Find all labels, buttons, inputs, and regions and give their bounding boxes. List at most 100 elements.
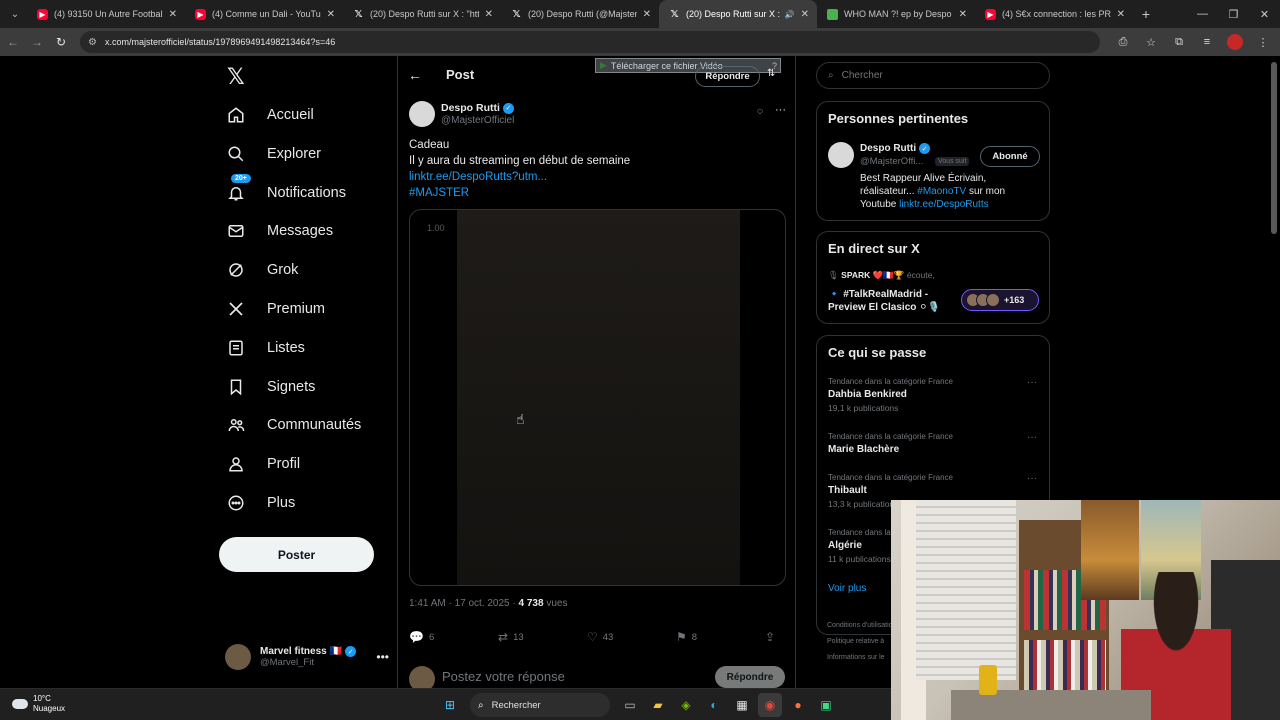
file-explorer-icon[interactable]: ▰ xyxy=(646,693,670,717)
trend-name: Thibault xyxy=(828,485,867,496)
maximize-button[interactable]: ❐ xyxy=(1218,8,1249,21)
browser-tab-strip: ⌄ ▶ (4) 93150 Un Autre Football Ep ✕ ▶ (4) C… xyxy=(0,0,1280,28)
grok-explain-icon[interactable]: ◌ xyxy=(757,106,763,117)
footer-link[interactable]: Conditions d'utilisation xyxy=(827,622,896,629)
reload-icon[interactable]: ↻ xyxy=(50,31,72,53)
bio-hashtag[interactable]: #MaonoTV xyxy=(917,186,966,197)
nav-item-explorer[interactable]: Explorer xyxy=(219,135,389,173)
browser-tab[interactable]: 𝕏 (20) Despo Rutti (@MajsterOffi ✕ xyxy=(501,0,659,28)
task-view-icon[interactable]: ▭ xyxy=(618,693,642,717)
avatar[interactable] xyxy=(828,142,854,168)
forward-nav-icon[interactable]: → xyxy=(26,31,48,53)
more-icon[interactable]: ··· xyxy=(1027,473,1037,484)
reply-submit-button[interactable]: Répondre xyxy=(715,666,785,688)
browser-menu-icon[interactable]: ⋮ xyxy=(1252,31,1274,53)
post-hashtag[interactable]: #MAJSTER xyxy=(409,185,789,201)
nav-item-communauts[interactable]: Communautés xyxy=(219,406,389,444)
close-tab-icon[interactable]: ✕ xyxy=(643,9,651,20)
follow-button[interactable]: Abonné xyxy=(980,146,1040,167)
nav-item-profil[interactable]: Profil xyxy=(219,445,389,483)
like-count: 43 xyxy=(602,631,614,643)
close-tab-icon[interactable]: ✕ xyxy=(327,9,335,20)
browser-tab[interactable]: ▶ (4) 93150 Un Autre Football Ep ✕ xyxy=(27,0,185,28)
reading-list-icon[interactable]: ≡ xyxy=(1196,31,1218,53)
new-tab-button[interactable]: + xyxy=(1133,3,1159,25)
browser-tab[interactable]: 𝕏 (20) Despo Rutti sur X : "https:/ ✕ xyxy=(343,0,501,28)
close-tab-icon[interactable]: ✕ xyxy=(801,9,809,20)
reply-top-button[interactable]: Répondre xyxy=(695,66,760,87)
app-icon[interactable]: ▣ xyxy=(814,693,838,717)
nav-item-notifications[interactable]: 20+ Notifications xyxy=(219,172,389,212)
verified-icon: ✓ xyxy=(345,646,357,657)
close-window-button[interactable]: ✕ xyxy=(1249,8,1280,21)
chrome-icon[interactable]: ◉ xyxy=(758,693,782,717)
footer-link[interactable]: Politique relative à xyxy=(827,638,884,645)
filter-icon[interactable]: ⇅ xyxy=(767,68,775,79)
profile-avatar[interactable] xyxy=(1227,34,1243,50)
browser-tab[interactable]: ▶ (4) S€x connection : les PRÉDAT ✕ xyxy=(975,0,1133,28)
store-icon[interactable]: ▦ xyxy=(730,693,754,717)
avatar[interactable] xyxy=(409,101,435,127)
nav-item-plus[interactable]: Plus xyxy=(219,484,389,522)
footer-link[interactable]: Informations sur le xyxy=(827,654,885,661)
address-bar[interactable]: ⚙ x.com/majsterofficiel/status/197896949… xyxy=(80,31,1100,53)
space-listeners-pill[interactable]: +163 xyxy=(961,289,1039,311)
bookmark-action[interactable]: ⚑ 8 xyxy=(676,630,697,644)
see-more-link[interactable]: Voir plus xyxy=(828,583,866,594)
reply-action[interactable]: 💬 6 xyxy=(409,630,434,644)
author-handle[interactable]: @MajsterOfficiel xyxy=(441,115,514,126)
close-tab-icon[interactable]: ✕ xyxy=(169,9,177,20)
x-logo-icon[interactable]: 𝕏 xyxy=(227,66,249,88)
browser-tab[interactable]: ▶ (4) Comme un Dali - YouTube ✕ xyxy=(185,0,343,28)
account-switcher[interactable]: Marvel fitness 🇫🇷 ✓ @Marvel_Fit ••• xyxy=(225,641,389,673)
space-title[interactable]: 🔹 #TalkRealMadrid - Preview El Clasico ⚪… xyxy=(828,288,958,314)
like-action[interactable]: ♡ 43 xyxy=(587,630,613,644)
more-icon[interactable]: ••• xyxy=(376,650,389,664)
user-name[interactable]: Despo Rutti xyxy=(860,143,916,154)
browser-tab[interactable]: WHO MAN ?! ep by Despo Ru ✕ xyxy=(817,0,975,28)
nav-item-premium[interactable]: Premium xyxy=(219,290,389,328)
firefox-icon[interactable]: ● xyxy=(786,693,810,717)
taskbar-search[interactable]: ⌕ Rechercher xyxy=(470,693,610,717)
trend-item[interactable]: Tendance dans la catégorie France Marie B… xyxy=(828,432,1040,455)
more-icon[interactable]: ··· xyxy=(775,104,786,116)
repost-action[interactable]: ⇄ 13 xyxy=(498,630,524,644)
author-name[interactable]: Despo Rutti xyxy=(441,102,500,114)
nav-item-accueil[interactable]: Accueil xyxy=(219,96,389,134)
video-player[interactable]: 1.00 ☝ xyxy=(409,209,786,586)
trend-item[interactable]: Tendance dans la catégorie France Dahbia … xyxy=(828,377,1040,413)
speaker-icon[interactable]: 🔊 xyxy=(785,10,795,19)
more-icon[interactable]: ··· xyxy=(1027,432,1037,443)
reply-input[interactable]: Postez votre réponse xyxy=(442,669,565,684)
close-tab-icon[interactable]: ✕ xyxy=(1117,9,1125,20)
site-info-icon[interactable]: ⚙ xyxy=(88,37,97,48)
close-tab-icon[interactable]: ✕ xyxy=(485,9,493,20)
tab-title: (20) Despo Rutti sur X : "https:/ xyxy=(370,9,479,19)
search-input[interactable]: ⌕ Chercher xyxy=(816,62,1050,89)
page-scrollbar[interactable] xyxy=(1271,62,1277,234)
nvidia-icon[interactable]: ◈ xyxy=(674,693,698,717)
nav-item-grok[interactable]: Grok xyxy=(219,251,389,289)
star-icon[interactable]: ☆ xyxy=(1140,31,1162,53)
close-tab-icon[interactable]: ✕ xyxy=(959,9,967,20)
browser-tab[interactable]: 𝕏 (20) Despo Rutti sur X : "Ca 🔊 ✕ xyxy=(659,0,817,28)
nav-item-listes[interactable]: Listes xyxy=(219,329,389,367)
share-action[interactable]: ⇪ xyxy=(765,630,775,644)
back-nav-icon[interactable]: ← xyxy=(2,31,24,53)
back-arrow-icon[interactable]: ← xyxy=(408,67,422,83)
minimize-button[interactable]: — xyxy=(1187,8,1218,21)
video-frame[interactable] xyxy=(457,210,740,585)
extensions-icon[interactable]: ⧉ xyxy=(1168,31,1190,53)
install-app-icon[interactable]: ⎙ xyxy=(1112,31,1134,53)
post-time[interactable]: 1:41 AM · 17 oct. 2025 · xyxy=(409,598,519,609)
weather-widget[interactable]: 10°C Nuageux xyxy=(12,694,65,714)
nav-item-messages[interactable]: Messages xyxy=(219,212,389,250)
post-button[interactable]: Poster xyxy=(219,537,374,572)
tab-search-button[interactable]: ⌄ xyxy=(3,3,27,25)
windows-start-icon[interactable]: ⊞ xyxy=(438,693,462,717)
nav-item-signets[interactable]: Signets xyxy=(219,368,389,406)
bio-link[interactable]: linktr.ee/DespoRutts xyxy=(899,199,989,210)
edge-icon[interactable]: ◐ xyxy=(702,693,726,717)
post-link[interactable]: linktr.ee/DespoRutts?utm... xyxy=(409,169,789,185)
more-icon[interactable]: ··· xyxy=(1027,377,1037,388)
